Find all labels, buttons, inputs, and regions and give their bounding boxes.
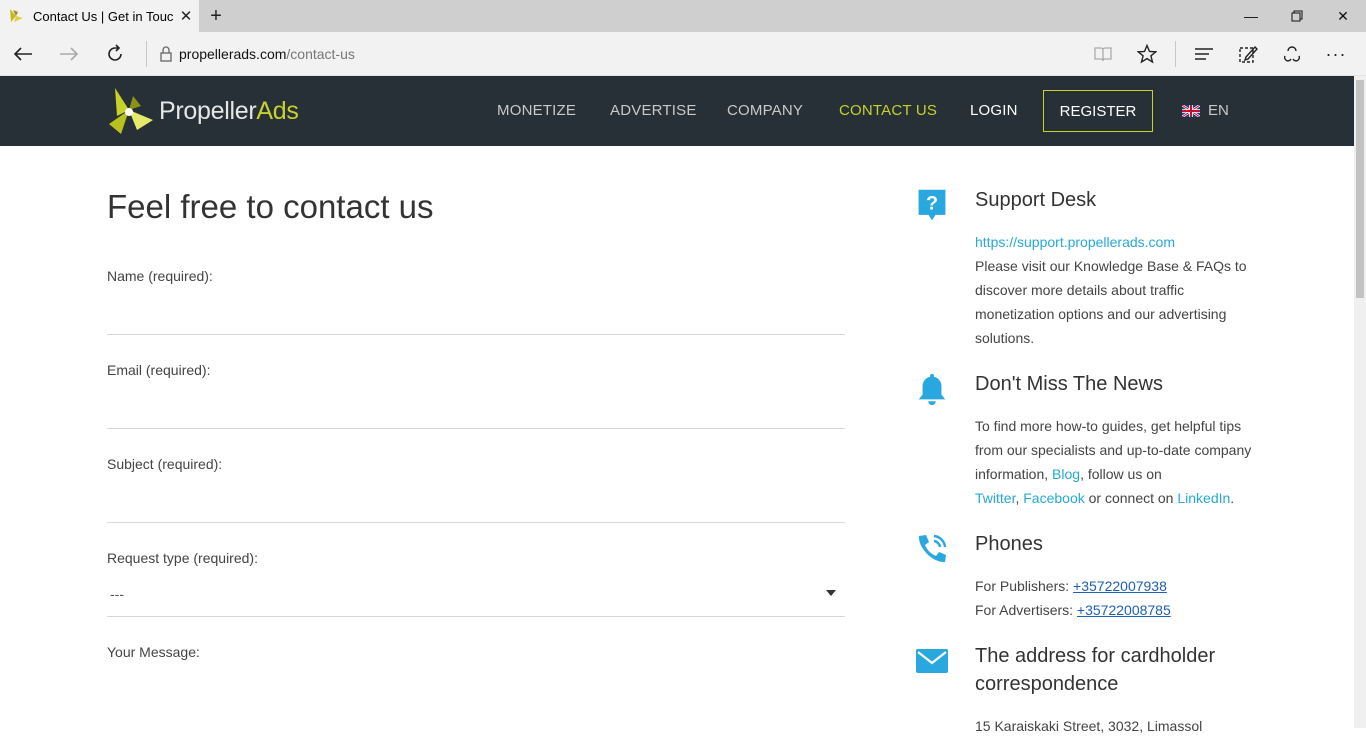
tab-title: Contact Us | Get in Touc bbox=[33, 8, 173, 24]
propellerads-favicon-icon bbox=[10, 9, 23, 22]
news-text: To find more how-to guides, get helpful … bbox=[975, 414, 1260, 510]
hub-icon[interactable] bbox=[1182, 32, 1226, 76]
name-field[interactable] bbox=[107, 292, 845, 334]
request-type-select[interactable] bbox=[107, 574, 845, 616]
request-type-underline bbox=[107, 616, 845, 617]
nav-company[interactable]: COMPANY bbox=[727, 102, 803, 119]
chevron-down-icon bbox=[826, 590, 836, 596]
nav-contact-us[interactable]: CONTACT US bbox=[839, 102, 937, 119]
nav-monetize[interactable]: MONETIZE bbox=[497, 102, 576, 119]
publishers-phone-link[interactable]: +35722007938 bbox=[1073, 578, 1167, 594]
twitter-link[interactable]: Twitter bbox=[975, 490, 1015, 506]
address-title-line2: correspondence bbox=[975, 673, 1119, 695]
support-description: Please visit our Knowledge Base & FAQs t… bbox=[975, 258, 1247, 346]
new-tab-button[interactable]: + bbox=[199, 0, 233, 32]
request-type-value: --- bbox=[110, 586, 124, 602]
close-tab-icon[interactable]: ✕ bbox=[173, 7, 199, 25]
propeller-logo-icon bbox=[109, 88, 153, 134]
language-label: EN bbox=[1208, 102, 1229, 119]
news-period: . bbox=[1230, 490, 1235, 506]
site-header: PropellerAds MONETIZE ADVERTISE COMPANY … bbox=[0, 76, 1354, 146]
phones-title: Phones bbox=[975, 533, 1043, 555]
envelope-icon bbox=[916, 649, 948, 673]
window-controls: — ✕ bbox=[1228, 0, 1366, 32]
email-field-underline bbox=[107, 428, 845, 429]
page-scrollbar[interactable] bbox=[1354, 76, 1366, 728]
lock-icon bbox=[160, 45, 172, 62]
propellerads-logo[interactable]: PropellerAds bbox=[107, 86, 299, 136]
address-title-line1: The address for cardholder bbox=[975, 645, 1216, 667]
address-title: The address for cardholder correspondence bbox=[975, 642, 1215, 698]
nav-advertise[interactable]: ADVERTISE bbox=[610, 102, 697, 119]
subject-field-underline bbox=[107, 522, 845, 523]
name-field-underline bbox=[107, 334, 845, 335]
divider bbox=[1175, 41, 1176, 67]
logo-text: PropellerAds bbox=[159, 97, 299, 126]
share-icon[interactable] bbox=[1270, 32, 1314, 76]
nav-login[interactable]: LOGIN bbox=[970, 102, 1018, 119]
restore-icon[interactable] bbox=[1274, 0, 1320, 32]
blog-link[interactable]: Blog bbox=[1052, 466, 1080, 482]
address-bar: propellerads.com/contact-us ··· bbox=[0, 32, 1366, 76]
news-text-follow: , follow us on bbox=[1080, 466, 1162, 482]
email-field[interactable] bbox=[107, 386, 845, 428]
email-label: Email (required): bbox=[107, 362, 211, 378]
minimize-icon[interactable]: — bbox=[1228, 0, 1274, 32]
url-path: /contact-us bbox=[286, 45, 355, 62]
name-label: Name (required): bbox=[107, 268, 213, 284]
favorite-star-icon[interactable] bbox=[1125, 32, 1169, 76]
register-button[interactable]: REGISTER bbox=[1043, 90, 1153, 132]
message-label: Your Message: bbox=[107, 644, 200, 660]
browser-toolbar: ··· bbox=[1081, 32, 1366, 76]
svg-text:?: ? bbox=[926, 192, 938, 214]
publishers-phone-label: For Publishers: bbox=[975, 578, 1074, 594]
scrollbar-thumb[interactable] bbox=[1356, 80, 1364, 298]
url-domain: propellerads.com bbox=[179, 45, 287, 62]
browser-tab[interactable]: Contact Us | Get in Touc ✕ bbox=[0, 0, 199, 32]
subject-label: Subject (required): bbox=[107, 456, 223, 472]
subject-field[interactable] bbox=[107, 480, 845, 522]
advertisers-phone-label: For Advertisers: bbox=[975, 602, 1077, 618]
forward-icon[interactable] bbox=[46, 32, 92, 76]
page-title: Feel free to contact us bbox=[107, 188, 434, 225]
phone-icon bbox=[918, 534, 947, 563]
message-field[interactable] bbox=[107, 668, 845, 728]
back-icon[interactable] bbox=[0, 32, 46, 76]
advertisers-phone-link[interactable]: +35722008785 bbox=[1077, 602, 1171, 618]
linkedin-link[interactable]: LinkedIn bbox=[1177, 490, 1230, 506]
close-window-icon[interactable]: ✕ bbox=[1320, 0, 1366, 32]
phones-text: For Publishers: +35722007938 For Adverti… bbox=[975, 574, 1260, 622]
question-icon: ? bbox=[918, 189, 946, 221]
uk-flag-icon bbox=[1182, 104, 1200, 117]
more-icon[interactable]: ··· bbox=[1314, 32, 1358, 76]
news-connect: or connect on bbox=[1084, 490, 1178, 506]
language-selector[interactable]: EN bbox=[1182, 102, 1229, 119]
reading-view-icon[interactable] bbox=[1081, 32, 1125, 76]
refresh-icon[interactable] bbox=[92, 32, 138, 76]
bell-icon bbox=[918, 373, 946, 406]
divider bbox=[146, 40, 147, 67]
logo-text-accent: Ads bbox=[256, 96, 299, 125]
support-desk-title: Support Desk bbox=[975, 189, 1097, 211]
support-link[interactable]: https://support.propellerads.com bbox=[975, 234, 1175, 250]
browser-tab-bar: Contact Us | Get in Touc ✕ + — ✕ bbox=[0, 0, 1366, 32]
address-text: 15 Karaiskaki Street, 3032, Limassol bbox=[975, 718, 1203, 734]
logo-text-main: Propeller bbox=[159, 96, 257, 125]
web-note-icon[interactable] bbox=[1226, 32, 1270, 76]
news-title: Don't Miss The News bbox=[975, 373, 1163, 395]
support-desk-text: https://support.propellerads.com Please … bbox=[975, 230, 1260, 350]
request-type-label: Request type (required): bbox=[107, 550, 258, 566]
facebook-link[interactable]: Facebook bbox=[1023, 490, 1084, 506]
url-field[interactable]: propellerads.com/contact-us bbox=[179, 46, 355, 62]
